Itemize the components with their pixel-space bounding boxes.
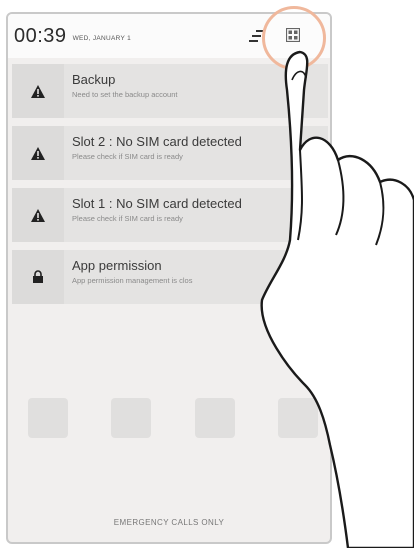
notification-sim-slot-1[interactable]: Slot 1 : No SIM card detected Please che… (12, 188, 328, 242)
notification-title: Backup (72, 72, 116, 87)
notification-title: Slot 2 : No SIM card detected (72, 134, 242, 149)
notification-icon-cell (12, 126, 64, 180)
faded-shortcut (28, 398, 68, 438)
warning-icon (31, 208, 45, 222)
notification-icon-cell (12, 188, 64, 242)
notification-icon-cell (12, 250, 64, 304)
faded-shortcut (277, 398, 318, 438)
phone-screen: 00:39 WED, JANUARY 1 Backup Need to set … (6, 12, 332, 544)
emergency-calls-label: EMERGENCY CALLS ONLY (113, 518, 225, 527)
date-label: WED, JANUARY 1 (72, 35, 132, 42)
lock-icon (33, 270, 43, 283)
notification-subtitle: Please check if SIM card is ready (72, 214, 183, 223)
notification-title: App permission (72, 258, 162, 273)
notification-app-permission[interactable]: App permission App permission management… (12, 250, 328, 304)
clock-time: 00:39 (14, 24, 67, 47)
notification-sim-slot-2[interactable]: Slot 2 : No SIM card detected Please che… (12, 126, 328, 180)
notification-title: Slot 1 : No SIM card detected (72, 196, 242, 211)
warning-icon (31, 146, 45, 160)
tap-highlight-circle (262, 6, 326, 70)
screen: 00:39 WED, JANUARY 1 Backup Need to set … (0, 0, 414, 548)
faded-shortcut (194, 398, 235, 438)
faded-lockscreen-shortcuts (28, 398, 318, 468)
notification-subtitle: App permission management is clos (72, 276, 193, 285)
faded-shortcut (111, 398, 152, 438)
notification-subtitle: Need to set the backup account (72, 90, 178, 99)
warning-icon (31, 84, 45, 98)
notification-subtitle: Please check if SIM card is ready (72, 152, 183, 161)
notification-backup[interactable]: Backup Need to set the backup account (12, 64, 328, 118)
notification-icon-cell (12, 64, 64, 118)
